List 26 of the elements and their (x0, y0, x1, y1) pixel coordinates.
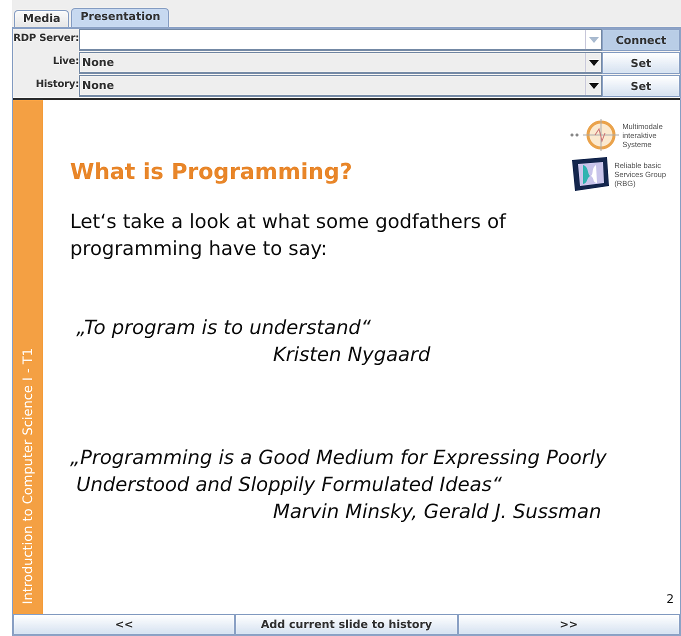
set-button[interactable]: Set (602, 52, 680, 74)
page-number: 2 (666, 592, 674, 606)
slide-title: What is Programming? (70, 160, 352, 186)
crosshair-logo-icon (569, 118, 620, 152)
combo-box[interactable] (79, 29, 602, 51)
tab[interactable]: Media (14, 10, 70, 27)
field-label: RDP Server: (13, 32, 79, 46)
quote-text: „Programming is a Good Medium for Expressing Poorly Understood and Sloppily Formulated Ideas“ (70, 445, 608, 498)
dropdown-icon[interactable] (588, 60, 598, 66)
set-button[interactable]: Set (602, 75, 680, 97)
profile-logo-icon (569, 156, 612, 192)
quote-author: Marvin Minsky, Gerald J. Sussman (273, 499, 602, 526)
field-label: Live: (52, 55, 79, 69)
combo-box[interactable]: None (79, 75, 602, 97)
field-label: History: (34, 78, 79, 92)
tab[interactable]: Presentation (71, 8, 170, 27)
sidebar-title: Introduction to Computer Science I - T1 (20, 348, 36, 604)
connect-button[interactable]: Connect (602, 29, 680, 51)
add-to-history-button[interactable]: Add current slide to history (235, 614, 458, 635)
quote-author: Kristen Nygaard (273, 342, 432, 368)
combo-box[interactable]: None (79, 52, 602, 74)
slide-text: Let‘s take a look at what some godfathers of programming have to say: (70, 209, 508, 262)
next-button[interactable]: >> (458, 614, 680, 635)
quote-text: „To program is to understand“ (75, 315, 372, 342)
previous-button[interactable]: << (13, 614, 236, 635)
dropdown-icon[interactable] (588, 82, 598, 88)
